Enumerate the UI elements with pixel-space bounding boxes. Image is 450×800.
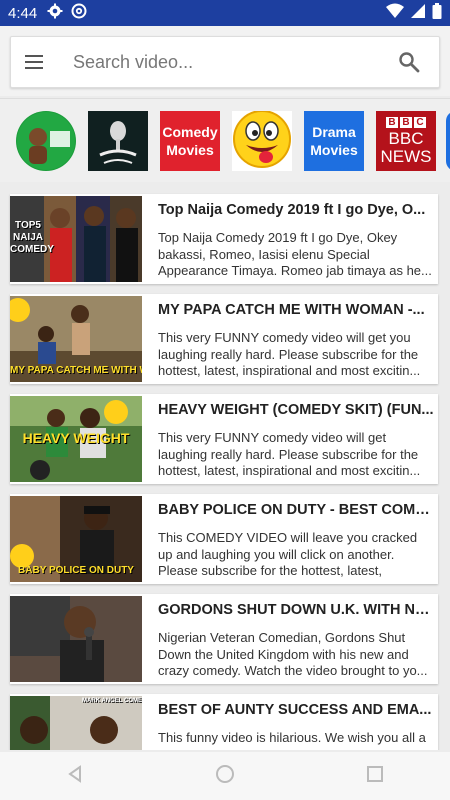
wifi-icon — [386, 3, 404, 24]
category-comedy-movies[interactable]: Comedy Movies — [160, 111, 220, 171]
category-mark-angel-comedy[interactable] — [16, 111, 76, 171]
category-strip: Comedy Movies Drama Movies B B C BBC NEW… — [0, 98, 450, 182]
video-title: BEST OF AUNTY SUCCESS AND EMA... — [158, 702, 432, 718]
video-card[interactable]: TOP5 NAIJA COMEDY Top Naija Comedy 2019 … — [10, 194, 438, 284]
navigation-bar — [0, 752, 450, 800]
video-card[interactable]: BABY POLICE ON DUTY BABY POLICE ON DUTY … — [10, 494, 438, 584]
status-bar: 4:44 — [0, 0, 450, 26]
search-icon[interactable] — [397, 50, 423, 76]
category-funny-emoji[interactable] — [232, 111, 292, 171]
video-title: Top Naija Comedy 2019 ft I go Dye, O... — [158, 202, 426, 218]
video-card[interactable]: MARK ANGEL COMEDY BEST OF AUNTY SUCCESS … — [10, 694, 438, 750]
video-description: This very FUNNY comedy video will get la… — [158, 430, 421, 478]
at-sign-icon — [71, 3, 87, 24]
thumbnail-caption: TOP5 NAIJA COMEDY — [10, 220, 54, 255]
video-thumbnail: TOP5 NAIJA COMEDY — [10, 196, 142, 282]
bbc-logo: B B C — [386, 116, 426, 128]
category-bbc-news[interactable]: B B C BBC NEWS — [376, 111, 436, 171]
search-input[interactable] — [73, 51, 373, 73]
video-thumbnail: HEAVY WEIGHT — [10, 396, 142, 482]
video-description: This COMEDY VIDEO will leave you cracked… — [158, 530, 418, 580]
video-description: Top Naija Comedy 2019 ft I go Dye, Okey … — [158, 230, 432, 278]
video-card[interactable]: MY PAPA CATCH ME WITH WOMAN MY PAPA CATC… — [10, 294, 438, 384]
video-title: HEAVY WEIGHT (COMEDY SKIT) (FUN... — [158, 402, 434, 418]
video-thumbnail: BABY POLICE ON DUTY — [10, 496, 142, 582]
app-header — [0, 26, 450, 96]
thumbnail-caption: MY PAPA CATCH ME WITH WOMAN — [10, 365, 142, 376]
battery-icon — [432, 2, 442, 24]
video-description: This funny video is hilarious. We wish y… — [158, 730, 426, 745]
thumbnail-caption: MARK ANGEL COMEDY — [82, 698, 142, 704]
video-title: BABY POLICE ON DUTY - BEST COME... — [158, 502, 434, 518]
video-thumbnail: MY PAPA CATCH ME WITH WOMAN — [10, 296, 142, 382]
category-next-partial[interactable] — [446, 111, 450, 171]
video-title: MY PAPA CATCH ME WITH WOMAN -... — [158, 302, 425, 318]
category-label: Drama Movies — [310, 124, 358, 158]
video-thumbnail — [10, 596, 142, 682]
home-icon[interactable] — [215, 764, 235, 789]
menu-icon[interactable] — [25, 50, 49, 74]
category-label: Comedy Movies — [162, 124, 218, 158]
category-drama-movies[interactable]: Drama Movies — [304, 111, 364, 171]
category-label: BBC NEWS — [380, 128, 432, 166]
video-title: GORDONS SHUT DOWN U.K. WITH NE... — [158, 602, 434, 618]
gear-icon — [47, 3, 63, 24]
recents-icon[interactable] — [365, 764, 385, 789]
thumbnail-caption: BABY POLICE ON DUTY — [18, 565, 134, 576]
video-description: This very FUNNY comedy video will get yo… — [158, 330, 421, 378]
video-thumbnail: MARK ANGEL COMEDY — [10, 696, 142, 750]
video-list: TOP5 NAIJA COMEDY Top Naija Comedy 2019 … — [0, 190, 450, 750]
status-time: 4:44 — [8, 4, 38, 22]
back-icon[interactable] — [65, 764, 85, 789]
video-card[interactable]: HEAVY WEIGHT HEAVY WEIGHT (COMEDY SKIT) … — [10, 394, 438, 484]
video-card[interactable]: GORDONS SHUT DOWN U.K. WITH NE... Nigeri… — [10, 594, 438, 684]
signal-icon — [410, 3, 426, 24]
thumbnail-caption: HEAVY WEIGHT — [22, 430, 130, 446]
search-bar — [10, 36, 440, 88]
laughing-emoji-icon — [232, 111, 292, 171]
category-stand-up-comedy[interactable] — [88, 111, 148, 171]
video-description: Nigerian Veteran Comedian, Gordons Shut … — [158, 630, 428, 678]
